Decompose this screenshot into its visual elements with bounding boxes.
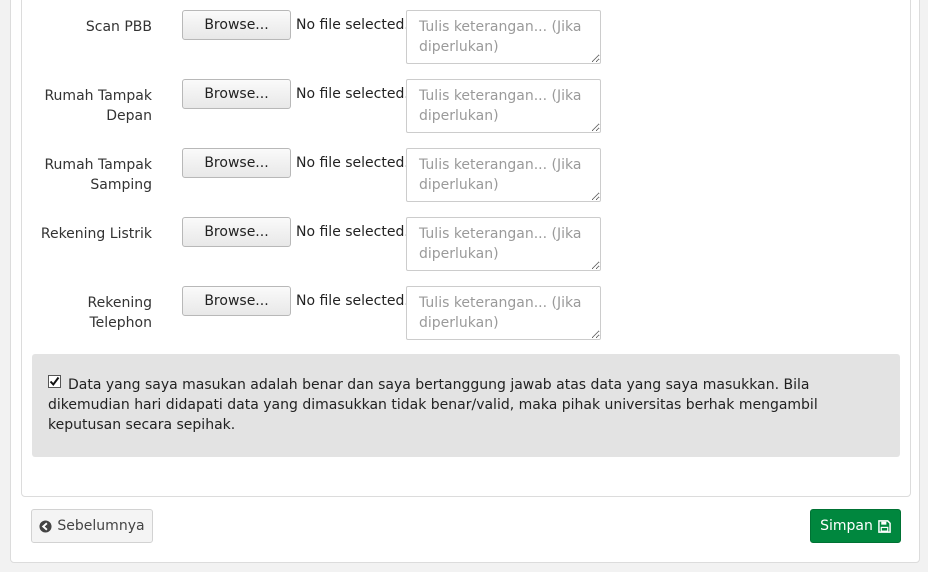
upload-label: Rumah Tampak Depan [44,88,152,124]
note-textarea[interactable] [406,10,601,64]
browse-button[interactable]: Browse... [182,10,291,40]
floppy-disk-icon [878,519,891,533]
file-status: No file selected. [296,293,409,309]
upload-label: Rumah Tampak Samping [44,157,152,193]
browse-button[interactable]: Browse... [182,286,291,316]
note-textarea[interactable] [406,286,601,340]
file-status: No file selected. [296,86,409,102]
previous-button[interactable]: Sebelumnya [31,509,153,543]
save-button-label: Simpan [820,518,873,534]
agreement-box: Data yang saya masukan adalah benar dan … [32,354,900,457]
browse-button[interactable]: Browse... [182,217,291,247]
upload-row-rekening-listrik: Rekening Listrik Browse... No file selec… [0,217,928,273]
file-status: No file selected. [296,224,409,240]
browse-button[interactable]: Browse... [182,148,291,178]
note-textarea[interactable] [406,148,601,202]
upload-row-rumah-tampak-samping: Rumah Tampak Samping Browse... No file s… [0,148,928,204]
save-button[interactable]: Simpan [810,509,901,543]
file-status: No file selected. [296,155,409,171]
arrow-circle-left-icon [39,519,52,533]
upload-label: Rekening Listrik [40,226,152,242]
agreement-text: Data yang saya masukan adalah benar dan … [48,377,818,433]
upload-label: Rekening Telephon [87,295,152,331]
note-textarea[interactable] [406,79,601,133]
upload-row-scan-pbb: Scan PBB Browse... No file selected. [0,10,928,66]
upload-row-rumah-tampak-depan: Rumah Tampak Depan Browse... No file sel… [0,79,928,135]
file-status: No file selected. [296,17,409,33]
upload-row-rekening-telephon: Rekening Telephon Browse... No file sele… [0,286,928,342]
browse-button[interactable]: Browse... [182,79,291,109]
previous-button-label: Sebelumnya [57,518,145,534]
note-textarea[interactable] [406,217,601,271]
upload-label: Scan PBB [85,19,152,35]
